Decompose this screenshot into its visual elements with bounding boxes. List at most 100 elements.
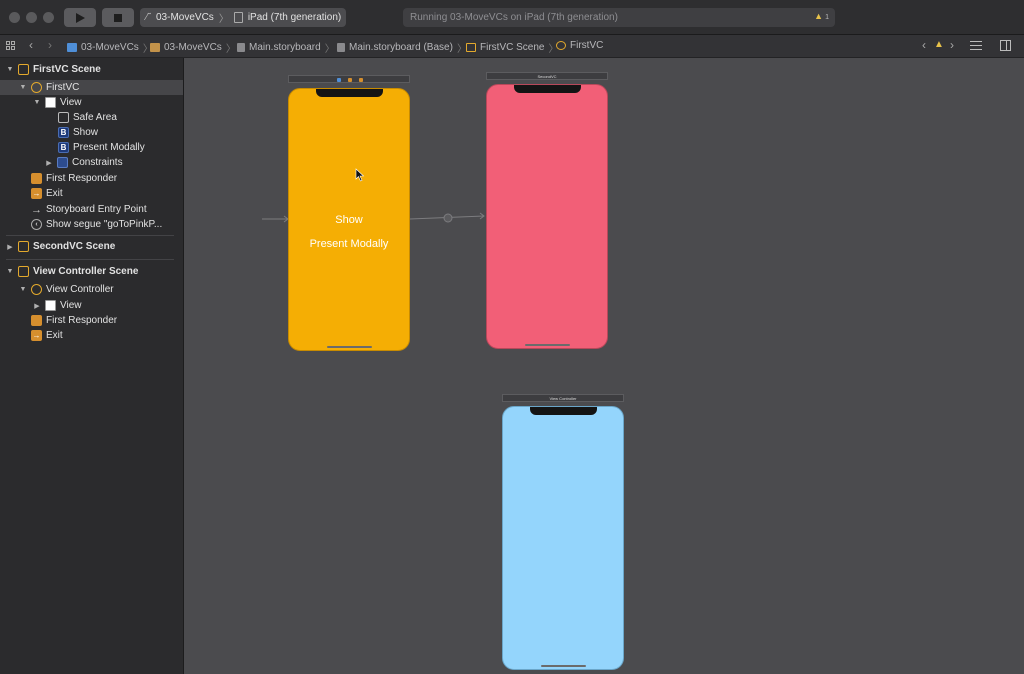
first-responder-icon [31, 173, 42, 184]
scene-icon [18, 64, 29, 75]
button-icon: B [58, 127, 69, 138]
inspector-toggle-icon[interactable] [1000, 40, 1011, 51]
project-icon [67, 43, 77, 52]
scheme-name: 03-MoveVCs [156, 12, 214, 23]
play-icon [76, 12, 85, 23]
warning-indicator[interactable]: ▲ 1 [814, 11, 829, 21]
device-notch [316, 89, 383, 97]
outline-first-responder[interactable]: First Responder [31, 171, 117, 186]
view-controller-device[interactable] [502, 406, 624, 670]
constraints-icon [57, 157, 68, 168]
stop-button[interactable] [102, 8, 134, 27]
outline-view-2[interactable]: ▶ View [33, 298, 82, 313]
outline-label: Safe Area [73, 112, 117, 123]
home-indicator [327, 346, 372, 348]
document-outline: ▼ FirstVC Scene ▼ FirstVC ▼ View Safe Ar… [0, 58, 184, 674]
arrow-right-icon: → [31, 203, 42, 216]
outline-label: Exit [46, 188, 63, 199]
stop-icon [114, 13, 122, 22]
secondvc-scene-dock[interactable]: SecondVC [486, 72, 608, 80]
forward-arrow-icon[interactable]: › [48, 38, 52, 52]
breadcrumb-project[interactable]: 03-MoveVCs 〉 [67, 40, 153, 55]
close-window-button[interactable] [9, 12, 20, 23]
breadcrumb-controller[interactable]: FirstVC [556, 40, 603, 51]
divider [6, 259, 174, 260]
editor-options-icon[interactable] [970, 41, 982, 50]
grid-icon[interactable] [6, 41, 15, 50]
device-notch [530, 407, 597, 415]
storyboard-canvas[interactable]: Show Present Modally SecondVC View Contr… [184, 58, 1024, 674]
firstvc-scene-dock[interactable] [288, 75, 410, 83]
device-notch [514, 85, 581, 93]
home-indicator [541, 665, 586, 667]
breadcrumb-label: 03-MoveVCs [81, 42, 139, 53]
outline-label: View [60, 300, 82, 311]
scene-icon [466, 43, 476, 52]
outline-label: FirstVC Scene [33, 64, 101, 75]
back-arrow-icon[interactable]: ‹ [29, 38, 33, 52]
first-responder-icon[interactable] [348, 78, 352, 82]
show-button[interactable]: Show [289, 214, 409, 226]
scheme-selector[interactable]: ⁄˜ 03-MoveVCs 〉 iPad (7th generation) [140, 8, 346, 27]
outline-firstvc-scene[interactable]: ▼ FirstVC Scene [6, 62, 101, 77]
outline-view[interactable]: ▼ View [33, 95, 82, 110]
exit-icon: → [31, 188, 42, 199]
present-modally-button[interactable]: Present Modally [289, 238, 409, 250]
outline-first-responder-2[interactable]: First Responder [31, 313, 117, 328]
segue-icon[interactable] [443, 213, 453, 223]
outline-constraints[interactable]: ▶ Constraints [45, 155, 123, 170]
breadcrumb-label: FirstVC Scene [480, 42, 545, 53]
issue-forward-icon[interactable]: › [950, 38, 954, 52]
view-controller-icon [31, 82, 42, 93]
disclosure-closed-icon: ▶ [7, 243, 13, 251]
warning-count: 1 [825, 14, 829, 21]
outline-present-modally-button[interactable]: B Present Modally [58, 140, 145, 155]
exit-icon[interactable] [359, 78, 363, 82]
view-controller-icon[interactable] [337, 78, 341, 82]
segue-icon: ‹ [31, 219, 42, 230]
run-button[interactable] [64, 8, 96, 27]
view-icon [45, 300, 56, 311]
outline-label: Exit [46, 330, 63, 341]
disclosure-closed-icon: ▶ [46, 159, 52, 167]
scene-title: View Controller [549, 396, 577, 401]
button-icon: B [58, 142, 69, 153]
issue-back-icon[interactable]: ‹ [922, 38, 926, 52]
outline-safe-area[interactable]: Safe Area [58, 110, 117, 125]
minimize-window-button[interactable] [26, 12, 37, 23]
zoom-window-button[interactable] [43, 12, 54, 23]
outline-exit[interactable]: → Exit [31, 186, 63, 201]
breadcrumb-storyboard-base[interactable]: Main.storyboard (Base) 〉 [337, 40, 467, 55]
outline-secondvc-scene[interactable]: ▶ SecondVC Scene [6, 239, 115, 254]
outline-show-button[interactable]: B Show [58, 125, 98, 140]
jump-bar: ‹ › 03-MoveVCs 〉 03-MoveVCs 〉 Main.storybo… [0, 35, 1024, 58]
outline-label: Constraints [72, 157, 123, 168]
breadcrumb-storyboard[interactable]: Main.storyboard 〉 [237, 40, 335, 55]
view-controller-icon [31, 284, 42, 295]
view-controller-scene-dock[interactable]: View Controller [502, 394, 624, 402]
outline-label: First Responder [46, 173, 118, 184]
outline-label: FirstVC [46, 82, 80, 93]
outline-view-controller[interactable]: ▼ View Controller [19, 282, 114, 297]
divider [6, 235, 174, 236]
disclosure-open-icon: ▼ [6, 268, 14, 275]
outline-entry-point[interactable]: → Storyboard Entry Point [31, 202, 147, 217]
breadcrumb-scene[interactable]: FirstVC Scene 〉 [466, 40, 558, 55]
outline-show-segue[interactable]: ‹ Show segue "goToPinkP... [31, 217, 162, 232]
outline-exit-2[interactable]: → Exit [31, 328, 63, 343]
breadcrumb-folder[interactable]: 03-MoveVCs 〉 [150, 40, 236, 55]
secondvc-device[interactable] [486, 84, 608, 349]
toolbar: ⁄˜ 03-MoveVCs 〉 iPad (7th generation) Ru… [0, 0, 1024, 35]
file-icon [337, 43, 345, 52]
safe-area-icon [58, 112, 69, 123]
outline-view-controller-scene[interactable]: ▼ View Controller Scene [6, 264, 138, 279]
exit-icon: → [31, 330, 42, 341]
disclosure-closed-icon: ▶ [34, 302, 40, 310]
firstvc-device[interactable]: Show Present Modally [288, 88, 410, 351]
first-responder-icon [31, 315, 42, 326]
outline-firstvc[interactable]: ▼ FirstVC [0, 80, 183, 95]
warning-icon[interactable]: ▲ [934, 39, 944, 50]
outline-label: View [60, 97, 82, 108]
view-icon [45, 97, 56, 108]
warning-icon: ▲ [814, 11, 824, 21]
